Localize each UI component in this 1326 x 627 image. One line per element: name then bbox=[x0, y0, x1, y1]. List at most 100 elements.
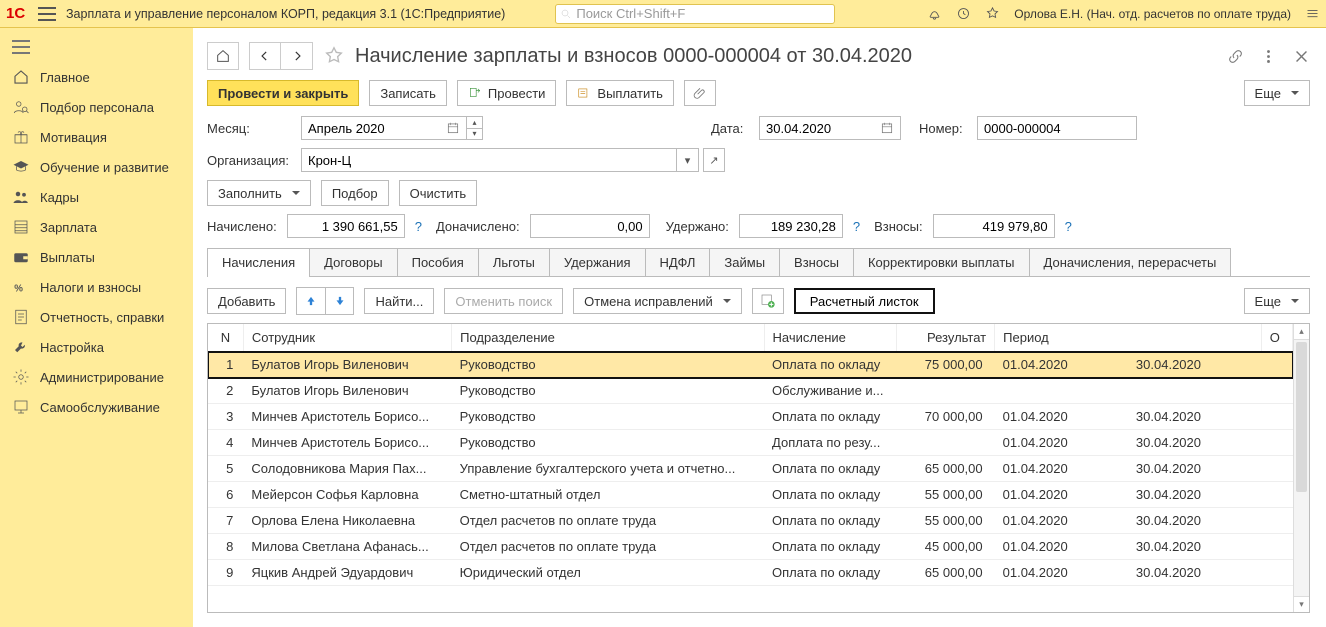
home-button[interactable] bbox=[207, 42, 239, 70]
main-menu-icon[interactable] bbox=[38, 7, 56, 21]
history-icon[interactable] bbox=[956, 6, 971, 21]
sidebar-item-label: Администрирование bbox=[40, 370, 164, 385]
tab-more-button[interactable]: Еще bbox=[1244, 288, 1310, 314]
date-label: Дата: bbox=[711, 121, 751, 136]
sidebar-item-налоги-и-взносы[interactable]: %Налоги и взносы bbox=[0, 272, 193, 302]
logo-1c[interactable]: 1C bbox=[6, 5, 28, 23]
tab-3[interactable]: Льготы bbox=[478, 248, 550, 276]
scroll-up-icon[interactable]: ▴ bbox=[1294, 324, 1309, 340]
cell-result: 75 000,00 bbox=[897, 352, 995, 378]
table-row[interactable]: 1Булатов Игорь ВиленовичРуководствоОплат… bbox=[208, 352, 1293, 378]
cell-department: Юридический отдел bbox=[452, 560, 764, 586]
col-result[interactable]: Результат bbox=[897, 324, 995, 352]
table-row[interactable]: 9Яцкив Андрей ЭдуардовичЮридический отде… bbox=[208, 560, 1293, 586]
paperclip-icon bbox=[693, 86, 707, 100]
pick-button[interactable]: Подбор bbox=[321, 180, 389, 206]
sidebar-item-отчетность-справки[interactable]: Отчетность, справки bbox=[0, 302, 193, 332]
month-stepper[interactable]: ▴▾ bbox=[467, 116, 483, 140]
scroll-down-icon[interactable]: ▾ bbox=[1294, 596, 1309, 612]
global-search[interactable]: Поиск Ctrl+Shift+F bbox=[555, 4, 835, 24]
sidebar-item-настройка[interactable]: Настройка bbox=[0, 332, 193, 362]
table-add-column-button[interactable] bbox=[752, 288, 784, 314]
cell-employee: Солодовникова Мария Пах... bbox=[243, 456, 451, 482]
sidebar-item-зарплата[interactable]: Зарплата bbox=[0, 212, 193, 242]
table-row[interactable]: 5Солодовникова Мария Пах...Управление бу… bbox=[208, 456, 1293, 482]
nav-forward-button[interactable] bbox=[281, 42, 313, 70]
attach-button[interactable] bbox=[684, 80, 716, 106]
sidebar-item-label: Подбор персонала bbox=[40, 100, 154, 115]
table-row[interactable]: 7Орлова Елена НиколаевнаОтдел расчетов п… bbox=[208, 508, 1293, 534]
number-input[interactable]: 0000-000004 bbox=[977, 116, 1137, 140]
sidebar-item-label: Обучение и развитие bbox=[40, 160, 169, 175]
contrib-help-icon[interactable]: ? bbox=[1065, 219, 1072, 234]
col-o[interactable]: О bbox=[1261, 324, 1292, 352]
bell-icon[interactable] bbox=[927, 6, 942, 21]
tab-8[interactable]: Корректировки выплаты bbox=[853, 248, 1030, 276]
cell-o bbox=[1261, 378, 1292, 404]
sidebar-item-самообслуживание[interactable]: Самообслуживание bbox=[0, 392, 193, 422]
current-user[interactable]: Орлова Е.Н. (Нач. отд. расчетов по оплат… bbox=[1014, 7, 1291, 21]
table-row[interactable]: 6Мейерсон Софья КарловнаСметно-штатный о… bbox=[208, 482, 1293, 508]
tab-6[interactable]: Займы bbox=[709, 248, 780, 276]
table-row[interactable]: 8Милова Светлана Афанась...Отдел расчето… bbox=[208, 534, 1293, 560]
favorite-toggle-icon[interactable] bbox=[323, 45, 345, 67]
star-icon[interactable] bbox=[985, 6, 1000, 21]
tab-4[interactable]: Удержания bbox=[549, 248, 646, 276]
cancel-corrections-button[interactable]: Отмена исправлений bbox=[573, 288, 742, 314]
table-row[interactable]: 2Булатов Игорь ВиленовичРуководствоОбслу… bbox=[208, 378, 1293, 404]
month-input[interactable]: Апрель 2020 bbox=[301, 116, 467, 140]
find-button[interactable]: Найти... bbox=[364, 288, 434, 314]
scroll-thumb[interactable] bbox=[1296, 342, 1307, 492]
tab-1[interactable]: Договоры bbox=[309, 248, 397, 276]
table-row[interactable]: 4Минчев Аристотель Борисо...РуководствоД… bbox=[208, 430, 1293, 456]
post-button[interactable]: Провести bbox=[457, 80, 557, 106]
col-n[interactable]: N bbox=[208, 324, 243, 352]
post-icon bbox=[468, 86, 482, 100]
col-accrual[interactable]: Начисление bbox=[764, 324, 897, 352]
tab-0[interactable]: Начисления bbox=[207, 248, 310, 276]
link-icon[interactable] bbox=[1227, 48, 1244, 65]
tab-2[interactable]: Пособия bbox=[397, 248, 479, 276]
tab-7[interactable]: Взносы bbox=[779, 248, 854, 276]
table-scrollbar[interactable]: ▴ ▾ bbox=[1293, 324, 1309, 612]
sidebar-item-обучение-и-развитие[interactable]: Обучение и развитие bbox=[0, 152, 193, 182]
post-and-close-button[interactable]: Провести и закрыть bbox=[207, 80, 359, 106]
date-input[interactable]: 30.04.2020 bbox=[759, 116, 901, 140]
org-open-button[interactable]: ↗ bbox=[703, 148, 725, 172]
col-department[interactable]: Подразделение bbox=[452, 324, 764, 352]
more-button[interactable]: Еще bbox=[1244, 80, 1310, 106]
org-input[interactable]: Крон-Ц bbox=[301, 148, 677, 172]
settings-lines-icon[interactable] bbox=[1305, 6, 1320, 21]
dots-vertical-icon[interactable] bbox=[1260, 48, 1277, 65]
fill-button[interactable]: Заполнить bbox=[207, 180, 311, 206]
cell-n: 7 bbox=[208, 508, 243, 534]
sidebar-menu-icon[interactable] bbox=[12, 40, 30, 54]
wallet-icon bbox=[12, 248, 30, 266]
tab-9[interactable]: Доначисления, перерасчеты bbox=[1029, 248, 1232, 276]
sidebar-item-мотивация[interactable]: Мотивация bbox=[0, 122, 193, 152]
accrued-help-icon[interactable]: ? bbox=[415, 219, 422, 234]
withheld-value: 189 230,28 bbox=[739, 214, 843, 238]
move-down-button[interactable] bbox=[325, 288, 353, 314]
move-up-button[interactable] bbox=[297, 288, 325, 314]
close-icon[interactable] bbox=[1293, 48, 1310, 65]
sidebar-item-кадры[interactable]: Кадры bbox=[0, 182, 193, 212]
withheld-help-icon[interactable]: ? bbox=[853, 219, 860, 234]
sidebar-item-администрирование[interactable]: Администрирование bbox=[0, 362, 193, 392]
clear-button[interactable]: Очистить bbox=[399, 180, 478, 206]
add-row-button[interactable]: Добавить bbox=[207, 288, 286, 314]
tab-5[interactable]: НДФЛ bbox=[645, 248, 711, 276]
org-dropdown-button[interactable]: ▾ bbox=[677, 148, 699, 172]
nav-back-button[interactable] bbox=[249, 42, 281, 70]
pay-button[interactable]: Выплатить bbox=[566, 80, 674, 106]
col-period[interactable]: Период bbox=[995, 324, 1262, 352]
cell-employee: Булатов Игорь Виленович bbox=[243, 378, 451, 404]
sidebar-item-подбор-персонала[interactable]: Подбор персонала bbox=[0, 92, 193, 122]
col-employee[interactable]: Сотрудник bbox=[243, 324, 451, 352]
payslip-button[interactable]: Расчетный листок bbox=[794, 288, 935, 314]
table-row[interactable]: 3Минчев Аристотель Борисо...РуководствоО… bbox=[208, 404, 1293, 430]
sidebar-item-выплаты[interactable]: Выплаты bbox=[0, 242, 193, 272]
date-value: 30.04.2020 bbox=[766, 121, 831, 136]
sidebar-item-главное[interactable]: Главное bbox=[0, 62, 193, 92]
write-button[interactable]: Записать bbox=[369, 80, 447, 106]
